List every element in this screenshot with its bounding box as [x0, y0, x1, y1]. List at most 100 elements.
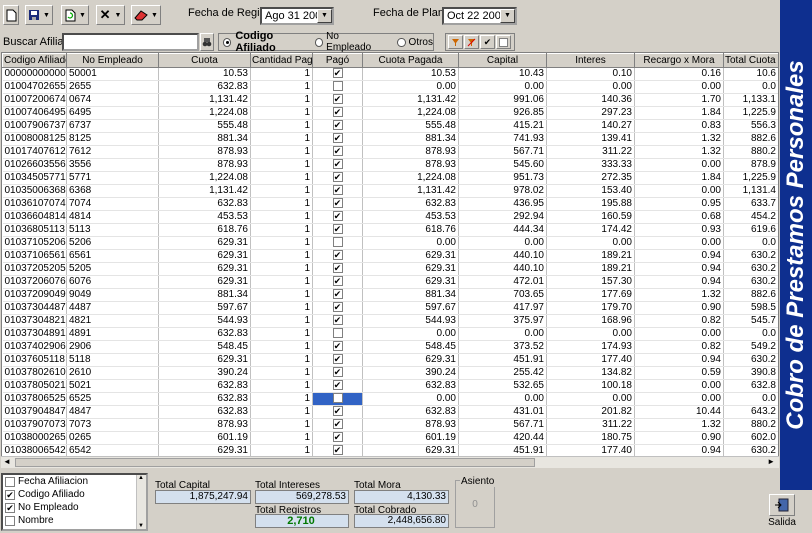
table-row[interactable]: 01037105206 5206 629.31 1 0.00 0.00 0.00 0.00 0.… [2, 236, 778, 250]
table-cell[interactable]: 01037904847 [2, 405, 67, 419]
table-cell[interactable]: 157.30 [546, 275, 635, 289]
table-cell[interactable]: 1 [250, 327, 313, 341]
table-cell[interactable]: 01038000265 [2, 431, 67, 445]
chevron-down-icon[interactable]: ▼ [500, 9, 515, 23]
table-cell[interactable]: 0.00 [634, 184, 724, 198]
checked-checkbox-icon[interactable]: ✔ [332, 107, 343, 118]
table-cell[interactable]: 50001 [66, 67, 159, 81]
table-cell[interactable]: 01017407612 [2, 145, 67, 159]
table-cell[interactable]: 548.45 [158, 340, 251, 354]
table-cell[interactable]: 882.6 [723, 288, 778, 302]
table-cell[interactable]: 297.23 [546, 106, 635, 120]
table-cell[interactable]: 6561 [66, 249, 159, 263]
radio-codigo[interactable] [223, 37, 232, 47]
table-cell[interactable]: 878.93 [362, 158, 459, 172]
table-cell[interactable]: 5118 [66, 353, 159, 367]
checked-checkbox-icon[interactable]: ✔ [332, 354, 343, 365]
delete-button[interactable]: ✕ ▼ [96, 5, 125, 25]
scroll-thumb[interactable] [15, 458, 535, 467]
table-cell[interactable]: 0.94 [634, 262, 724, 276]
table-cell[interactable]: 100.18 [546, 379, 635, 393]
table-cell[interactable]: 544.93 [362, 314, 459, 328]
table-cell[interactable]: 880.2 [723, 145, 778, 159]
table-cell[interactable]: 545.60 [458, 158, 547, 172]
checked-checkbox-icon[interactable]: ✔ [5, 489, 15, 500]
table-cell[interactable]: 1 [250, 340, 313, 354]
table-row[interactable]: 01017407612 7612 878.93 1 ✔ 878.93 567.71 311.2… [2, 145, 778, 159]
checked-checkbox-icon[interactable]: ✔ [332, 198, 343, 209]
checked-checkbox-icon[interactable]: ✔ [332, 68, 343, 79]
pago-checkbox-cell[interactable]: ✔ [312, 288, 363, 302]
table-cell[interactable]: 0.00 [634, 379, 724, 393]
table-cell[interactable]: 1.70 [634, 93, 724, 107]
table-cell[interactable]: 4847 [66, 405, 159, 419]
pago-checkbox-cell[interactable]: ✔ [312, 262, 363, 276]
table-cell[interactable]: 01037205205 [2, 262, 67, 276]
table-cell[interactable]: 6076 [66, 275, 159, 289]
table-cell[interactable]: 8125 [66, 132, 159, 146]
table-cell[interactable]: 10.6 [723, 67, 778, 81]
table-cell[interactable]: 2655 [66, 80, 159, 94]
table-cell[interactable]: 6737 [66, 119, 159, 133]
table-cell[interactable]: 0674 [66, 93, 159, 107]
table-cell[interactable]: 4814 [66, 210, 159, 224]
table-cell[interactable]: 632.83 [362, 405, 459, 419]
table-cell[interactable]: 1 [250, 171, 313, 185]
table-row[interactable]: 01035006368 6368 1,131.42 1 ✔ 1,131.42 978.02 1… [2, 184, 778, 198]
table-cell[interactable]: 6495 [66, 106, 159, 120]
table-cell[interactable]: 632.83 [158, 327, 251, 341]
table-cell[interactable]: 882.6 [723, 132, 778, 146]
table-cell[interactable]: 373.52 [458, 340, 547, 354]
table-cell[interactable]: 0.68 [634, 210, 724, 224]
table-cell[interactable]: 1.32 [634, 288, 724, 302]
pago-checkbox-cell[interactable]: ✔ [312, 119, 363, 133]
table-cell[interactable]: 4487 [66, 301, 159, 315]
pago-checkbox-cell[interactable] [312, 392, 363, 406]
table-row[interactable]: 01007906737 6737 555.48 1 ✔ 555.48 415.21 140.2… [2, 119, 778, 133]
table-cell[interactable]: 1,225.9 [723, 106, 778, 120]
table-cell[interactable]: 440.10 [458, 249, 547, 263]
checklist-scrollbar[interactable]: ▲ ▼ [136, 475, 146, 529]
table-cell[interactable]: 472.01 [458, 275, 547, 289]
table-cell[interactable]: 9049 [66, 288, 159, 302]
table-cell[interactable]: 1.32 [634, 132, 724, 146]
table-cell[interactable]: 549.2 [723, 340, 778, 354]
table-cell[interactable]: 0.00 [362, 392, 459, 406]
table-cell[interactable]: 417.97 [458, 301, 547, 315]
pago-checkbox-cell[interactable] [312, 236, 363, 250]
table-cell[interactable]: 3556 [66, 158, 159, 172]
table-cell[interactable]: 180.75 [546, 431, 635, 445]
table-cell[interactable]: 311.22 [546, 145, 635, 159]
table-cell[interactable]: 1 [250, 353, 313, 367]
table-cell[interactable]: 1,131.42 [158, 93, 251, 107]
table-cell[interactable]: 168.96 [546, 314, 635, 328]
table-cell[interactable]: 01034505771 [2, 171, 67, 185]
table-cell[interactable]: 1,224.08 [158, 171, 251, 185]
table-cell[interactable]: 0.00 [546, 392, 635, 406]
checklist-item[interactable]: ✔ Codigo Afiliado [3, 488, 146, 501]
table-cell[interactable]: 1 [250, 314, 313, 328]
table-cell[interactable]: 1 [250, 392, 313, 406]
table-cell[interactable]: 1,131.4 [723, 184, 778, 198]
table-row[interactable]: 01037802610 2610 390.24 1 ✔ 390.24 255.42 134.8… [2, 366, 778, 380]
empty-checkbox-icon[interactable] [332, 237, 343, 248]
checked-checkbox-icon[interactable]: ✔ [332, 146, 343, 157]
table-cell[interactable]: 1 [250, 236, 313, 250]
table-cell[interactable]: 01037802610 [2, 366, 67, 380]
clear-filter-button[interactable] [464, 35, 479, 49]
check-all-button[interactable]: ✔ [480, 35, 495, 49]
table-row[interactable]: 01037907073 7073 878.93 1 ✔ 878.93 567.71 311.2… [2, 418, 778, 432]
table-cell[interactable]: 632.83 [158, 392, 251, 406]
pago-checkbox-cell[interactable] [312, 327, 363, 341]
table-cell[interactable]: 453.53 [362, 210, 459, 224]
table-cell[interactable]: 629.31 [158, 236, 251, 250]
scroll-right-icon[interactable]: ► [767, 457, 775, 466]
column-header[interactable]: Total Cuota Pagada [723, 53, 778, 68]
pago-checkbox-cell[interactable]: ✔ [312, 93, 363, 107]
pago-checkbox-cell[interactable]: ✔ [312, 67, 363, 81]
table-cell[interactable]: 881.34 [158, 288, 251, 302]
table-cell[interactable]: 0.00 [546, 327, 635, 341]
checked-checkbox-icon[interactable]: ✔ [332, 159, 343, 170]
table-cell[interactable]: 01037304487 [2, 301, 67, 315]
table-cell[interactable]: 0.00 [362, 236, 459, 250]
